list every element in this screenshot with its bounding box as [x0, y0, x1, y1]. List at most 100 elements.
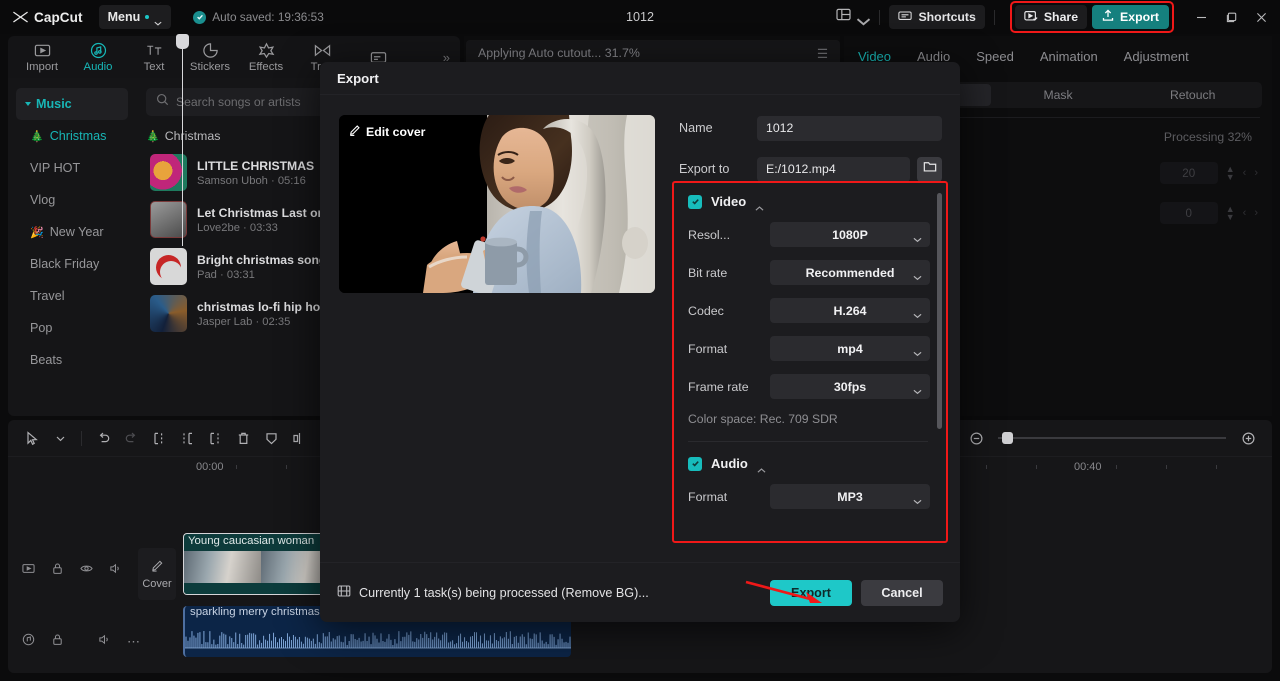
sidebar-item-vip-hot[interactable]: VIP HOT — [16, 152, 128, 184]
tool-audio[interactable]: Audio — [70, 42, 126, 73]
name-input[interactable]: 1012 — [757, 115, 942, 141]
sidebar-item-black-friday[interactable]: Black Friday — [16, 248, 128, 280]
video-checkbox[interactable] — [688, 194, 702, 209]
caret-right-icon — [25, 102, 31, 106]
menu-list-icon[interactable]: ☰ — [817, 46, 828, 61]
check-circle-icon — [193, 10, 207, 24]
audio-group-header[interactable]: Audio — [688, 456, 930, 473]
export-settings-scroll[interactable]: Video Resol... 1080P Bit rate Recommende… — [674, 183, 946, 541]
trim-left-icon[interactable] — [173, 425, 201, 451]
layout-button[interactable] — [830, 8, 871, 26]
codec-select[interactable]: H.264 — [770, 298, 930, 323]
song-subtitle: Pad · 03:31 — [197, 268, 255, 281]
redo-icon[interactable] — [117, 425, 145, 451]
split-icon[interactable] — [145, 425, 173, 451]
stepper-icon-1[interactable]: ▲ ▼ — [1226, 165, 1235, 182]
browse-folder-button[interactable] — [917, 156, 942, 182]
export-button-titlebar[interactable]: Export — [1092, 5, 1169, 29]
eye-icon[interactable] — [80, 562, 93, 580]
sidebar-item-christmas-label: Christmas — [49, 129, 107, 143]
cover-chip-label: Cover — [142, 577, 172, 590]
tool-stickers[interactable]: Stickers — [182, 42, 238, 73]
playhead[interactable] — [176, 34, 189, 246]
audio-format-select[interactable]: MP3 — [770, 484, 930, 509]
zoom-slider-handle[interactable] — [1002, 432, 1013, 444]
delete-icon[interactable] — [229, 425, 257, 451]
minimize-button[interactable] — [1186, 0, 1216, 34]
chevron-up-icon[interactable] — [757, 461, 766, 473]
edit-cover-button[interactable]: Edit cover — [349, 124, 425, 139]
cover-chip[interactable]: Cover — [138, 548, 176, 600]
sidebar-item-black-friday-label: Black Friday — [30, 257, 100, 271]
video-group-header[interactable]: Video — [688, 194, 930, 211]
tool-effects[interactable]: Effects — [238, 42, 294, 73]
next-arrow-icon-2[interactable]: › — [1254, 207, 1258, 219]
brand-label: CapCut — [34, 9, 83, 25]
menu-badge-dot — [145, 15, 150, 19]
menu-button[interactable]: Menu — [98, 5, 172, 29]
zoom-in-icon[interactable] — [1234, 425, 1262, 451]
resolution-select[interactable]: 1080P — [770, 222, 930, 247]
settings-scrollbar-thumb[interactable] — [937, 193, 942, 429]
mirror-icon[interactable] — [285, 425, 313, 451]
cover-image — [339, 115, 655, 293]
playhead-handle[interactable] — [176, 34, 189, 49]
framerate-label: Frame rate — [688, 379, 749, 394]
select-tool-icon[interactable] — [18, 425, 46, 451]
bitrate-value: Recommended — [805, 265, 895, 280]
export-path-input[interactable]: E:/1012.mp4 — [757, 156, 910, 182]
segment-retouch[interactable]: Retouch — [1125, 84, 1260, 106]
more-options-icon[interactable]: ⋯ — [127, 635, 140, 648]
sidebar-item-christmas[interactable]: 🎄 Christmas — [16, 120, 128, 152]
lock-icon[interactable] — [51, 562, 64, 580]
tool-text-label: Text — [143, 60, 165, 73]
audio-track-icon[interactable] — [22, 633, 35, 651]
framerate-select[interactable]: 30fps — [770, 374, 930, 399]
format-select[interactable]: mp4 — [770, 336, 930, 361]
stepper-icon-2[interactable]: ▲ ▼ — [1226, 205, 1235, 222]
sidebar-item-new-year[interactable]: 🎉 New Year — [16, 216, 128, 248]
video-track-icon[interactable] — [22, 562, 35, 580]
chevron-down-icon — [913, 346, 922, 357]
sidebar-item-pop[interactable]: Pop — [16, 312, 128, 344]
tab-speed[interactable]: Speed — [976, 49, 1014, 64]
zoom-slider[interactable] — [998, 432, 1226, 444]
cover-preview[interactable]: Edit cover — [339, 115, 655, 293]
lock-icon[interactable] — [51, 633, 64, 651]
maximize-button[interactable] — [1216, 0, 1246, 34]
numeric-input-1[interactable]: 20 — [1159, 162, 1218, 184]
undo-icon[interactable] — [89, 425, 117, 451]
share-button[interactable]: Share — [1014, 5, 1088, 29]
prev-arrow-icon-1[interactable]: ‹ — [1243, 167, 1247, 179]
sidebar-item-music[interactable]: Music — [16, 88, 128, 120]
codec-value: H.264 — [833, 303, 867, 318]
sidebar-item-travel[interactable]: Travel — [16, 280, 128, 312]
zoom-out-icon[interactable] — [962, 425, 990, 451]
tab-animation[interactable]: Animation — [1040, 49, 1098, 64]
bitrate-select[interactable]: Recommended — [770, 260, 930, 285]
sidebar-item-vlog[interactable]: Vlog — [16, 184, 128, 216]
album-art — [150, 248, 187, 285]
prev-arrow-icon-2[interactable]: ‹ — [1243, 207, 1247, 219]
next-arrow-icon-1[interactable]: › — [1254, 167, 1258, 179]
shortcuts-button[interactable]: Shortcuts — [889, 5, 985, 29]
select-tool-chevron-down-icon[interactable] — [46, 425, 74, 451]
numeric-input-2[interactable]: 0 — [1159, 202, 1218, 224]
settings-scrollbar-track[interactable] — [937, 193, 942, 531]
volume-icon[interactable] — [109, 562, 122, 580]
cancel-button[interactable]: Cancel — [861, 579, 943, 606]
tool-import[interactable]: Import — [14, 42, 70, 73]
trim-right-icon[interactable] — [201, 425, 229, 451]
chevron-up-icon[interactable] — [755, 199, 764, 211]
sidebar-item-beats[interactable]: Beats — [16, 344, 128, 376]
freeze-frame-icon[interactable] — [257, 425, 285, 451]
audio-checkbox[interactable] — [688, 456, 702, 471]
volume-icon[interactable] — [98, 633, 111, 651]
import-icon — [34, 42, 51, 59]
tab-adjustment[interactable]: Adjustment — [1124, 49, 1189, 64]
segment-mask[interactable]: Mask — [991, 84, 1126, 106]
tool-text[interactable]: Text — [126, 42, 182, 73]
close-button[interactable] — [1246, 0, 1276, 34]
name-row: Name 1012 — [679, 115, 942, 141]
song-title: Bright christmas song — [197, 252, 327, 267]
